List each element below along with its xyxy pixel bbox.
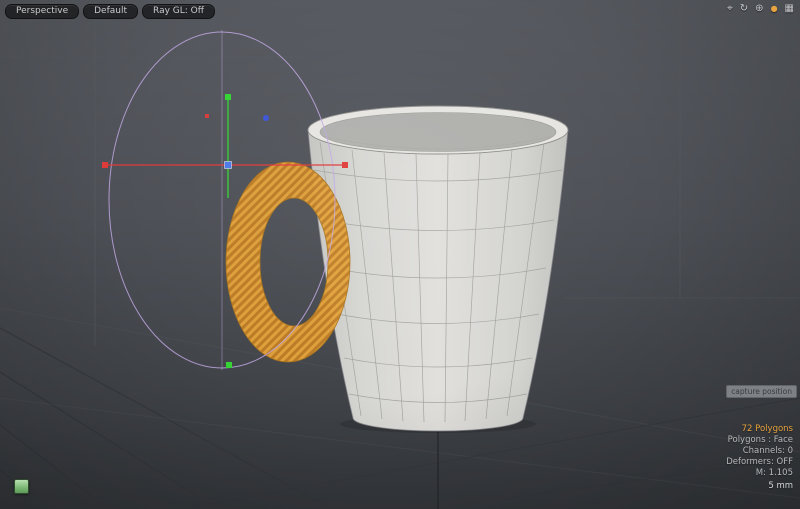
gizmo-x-handle-right[interactable]: [342, 162, 348, 168]
gizmo-x-handle-left[interactable]: [102, 162, 108, 168]
gizmo-center-handle[interactable]: [225, 162, 232, 169]
selection-mode-label: Polygons : Face: [726, 435, 793, 446]
3d-viewport[interactable]: Perspective Default Ray GL: Off ⌖ ↻ ⊕ ● …: [0, 0, 800, 509]
channels-label: Channels: 0: [726, 446, 793, 457]
item-color-swatch[interactable]: [14, 479, 29, 494]
grid-icon[interactable]: ▦: [785, 3, 794, 15]
mug-handle-selected[interactable]: [226, 162, 350, 362]
scene-canvas[interactable]: [0, 0, 800, 509]
gl-status-icon[interactable]: ●: [771, 3, 778, 15]
view-mode-button[interactable]: Perspective: [5, 4, 79, 19]
deformers-label: Deformers: OFF: [726, 457, 793, 468]
rotation-manipulator[interactable]: [109, 30, 335, 370]
rotate-icon[interactable]: ↻: [740, 3, 748, 15]
capture-position-label: capture position: [726, 385, 797, 398]
zoom-icon[interactable]: ⊕: [755, 3, 763, 15]
viewport-header: Perspective Default Ray GL: Off: [5, 4, 215, 19]
polygon-count-label: 72 Polygons: [726, 424, 793, 435]
raygl-toggle-button[interactable]: Ray GL: Off: [142, 4, 215, 19]
gizmo-y-handle-top[interactable]: [225, 94, 231, 100]
grid-size-label: 5 mm: [726, 481, 793, 492]
gizmo-z-dot[interactable]: [263, 115, 269, 121]
target-icon[interactable]: ⌖: [727, 3, 733, 15]
shading-mode-button[interactable]: Default: [83, 4, 138, 19]
mug-rim-inner: [320, 113, 556, 152]
viewport-nav-icons: ⌖ ↻ ⊕ ● ▦: [727, 3, 794, 15]
gizmo-y-handle-bottom[interactable]: [226, 362, 232, 368]
gizmo-x-dot[interactable]: [205, 114, 209, 118]
memory-label: M: 1.105: [726, 468, 793, 479]
viewport-stats: 72 Polygons Polygons : Face Channels: 0 …: [726, 424, 793, 492]
